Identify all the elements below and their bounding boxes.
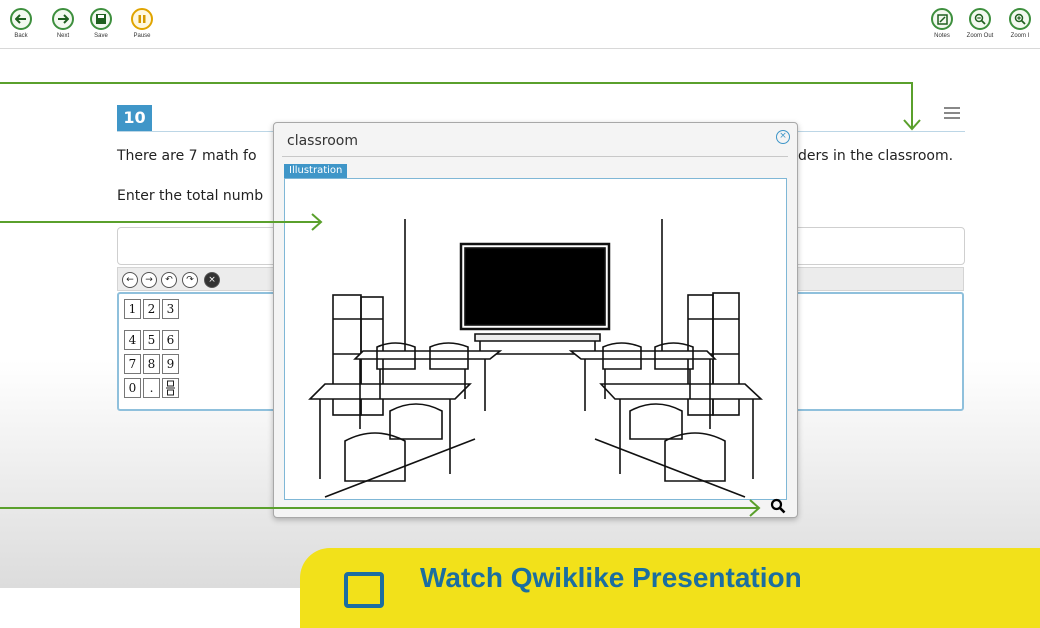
- key-0[interactable]: 0: [124, 378, 141, 398]
- key-9[interactable]: 9: [162, 354, 179, 374]
- fraction-icon: [166, 380, 175, 396]
- illustration-tab[interactable]: Illustration: [284, 164, 348, 178]
- popup-divider: [282, 156, 788, 157]
- right-arrow-icon[interactable]: →: [141, 272, 157, 288]
- back-label: Back: [14, 33, 28, 39]
- key-6[interactable]: 6: [162, 330, 179, 350]
- question-number: 10: [117, 105, 152, 131]
- banner-text: Watch Qwiklike Presentation: [420, 562, 802, 593]
- question-text-line2-left: Enter the total numb: [117, 188, 264, 204]
- fraction-key[interactable]: [162, 378, 179, 398]
- pause-label: Pause: [133, 33, 151, 39]
- key-5[interactable]: 5: [143, 330, 160, 350]
- toolbar: Back Next Save Pause Notes Zoom Out Zoom…: [0, 0, 1040, 49]
- save-label: Save: [94, 33, 108, 39]
- classroom-illustration: [308, 219, 764, 498]
- zoom-out-icon: [969, 8, 991, 30]
- notes-icon: [931, 8, 953, 30]
- key-1[interactable]: 1: [124, 299, 141, 319]
- zoom-in-icon: [1009, 8, 1031, 30]
- zoom-out-button[interactable]: Zoom Out: [965, 8, 995, 39]
- key-decimal[interactable]: .: [143, 378, 160, 398]
- presentation-icon: [344, 572, 384, 608]
- zoom-in-label: Zoom I: [1010, 33, 1030, 39]
- pause-button[interactable]: Pause: [127, 8, 157, 39]
- zoom-out-label: Zoom Out: [966, 33, 994, 39]
- notes-button[interactable]: Notes: [927, 8, 957, 39]
- key-3[interactable]: 3: [162, 299, 179, 319]
- undo-icon[interactable]: ↶: [161, 272, 177, 288]
- question-text-line1-right: ders in the classroom.: [798, 148, 954, 164]
- question-text-line1-left: There are 7 math fo: [117, 148, 257, 164]
- illustration-frame: [284, 178, 787, 500]
- close-icon[interactable]: ×: [776, 130, 790, 144]
- notes-label: Notes: [934, 33, 950, 39]
- left-arrow-icon[interactable]: ←: [122, 272, 138, 288]
- menu-icon[interactable]: [944, 104, 960, 122]
- popup-title: classroom: [287, 133, 358, 149]
- presentation-banner[interactable]: Watch Qwiklike Presentation: [300, 548, 1040, 628]
- save-button[interactable]: Save: [86, 8, 116, 39]
- redo-icon[interactable]: ↷: [182, 272, 198, 288]
- key-8[interactable]: 8: [143, 354, 160, 374]
- back-button[interactable]: Back: [6, 8, 36, 39]
- save-disk-icon: [90, 8, 112, 30]
- next-label: Next: [56, 33, 70, 39]
- magnifier-icon[interactable]: [770, 498, 786, 514]
- back-arrow-icon: [10, 8, 32, 30]
- key-7[interactable]: 7: [124, 354, 141, 374]
- glossary-popup: classroom × Illustration: [273, 122, 798, 518]
- zoom-in-button[interactable]: Zoom I: [1005, 8, 1035, 39]
- key-4[interactable]: 4: [124, 330, 141, 350]
- next-button[interactable]: Next: [48, 8, 78, 39]
- key-2[interactable]: 2: [143, 299, 160, 319]
- pause-icon: [131, 8, 153, 30]
- delete-icon[interactable]: ×: [204, 272, 220, 288]
- next-arrow-icon: [52, 8, 74, 30]
